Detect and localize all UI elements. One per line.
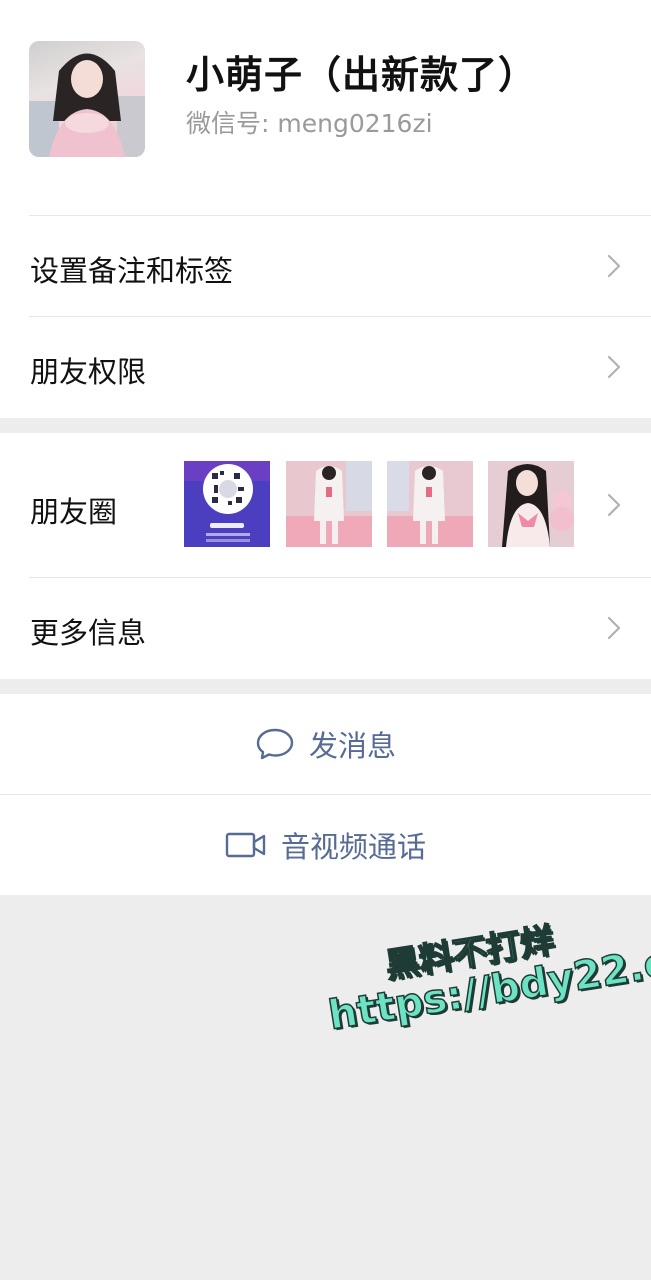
chat-bubble-icon	[256, 728, 294, 760]
moments-thumbnail	[488, 461, 574, 547]
avatar[interactable]	[29, 41, 145, 157]
wechat-id-value: meng0216zi	[277, 109, 433, 138]
wechat-id-label: 微信号:	[186, 109, 270, 138]
video-camera-icon	[225, 832, 266, 858]
row-remark-tags[interactable]: 设置备注和标签	[0, 216, 651, 316]
chevron-right-icon	[607, 493, 621, 517]
row-remark-tags-label: 设置备注和标签	[30, 254, 234, 288]
send-message-content: 发消息	[0, 694, 651, 794]
settings-group: 设置备注和标签 朋友权限	[0, 215, 651, 418]
profile-header: 小萌子（出新款了） 微信号: meng0216zi	[0, 0, 651, 215]
send-message-label: 发消息	[308, 729, 396, 763]
contact-profile-page: 小萌子（出新款了） 微信号: meng0216zi 设置备注和标签 朋友权限 朋…	[0, 0, 651, 1280]
row-friend-permissions[interactable]: 朋友权限	[0, 317, 651, 418]
chevron-right-icon	[607, 355, 621, 379]
row-moments-label: 朋友圈	[30, 495, 118, 529]
moments-thumbnail	[387, 461, 473, 547]
chevron-right-icon	[607, 616, 621, 640]
moments-thumbnail	[184, 461, 270, 547]
video-call-button[interactable]: 音视频通话	[0, 795, 651, 895]
moments-thumbnail	[286, 461, 372, 547]
row-more-info-label: 更多信息	[30, 616, 147, 650]
video-call-content: 音视频通话	[0, 795, 651, 895]
chevron-right-icon	[607, 254, 621, 278]
contact-name: 小萌子（出新款了）	[186, 53, 538, 97]
video-call-label: 音视频通话	[280, 830, 426, 864]
info-group: 朋友圈 更多信息	[0, 433, 651, 679]
send-message-button[interactable]: 发消息	[0, 694, 651, 794]
row-moments[interactable]: 朋友圈	[0, 433, 651, 577]
watermark: 黑料不打烊 https://bdy22.co	[320, 902, 651, 1040]
row-more-info[interactable]: 更多信息	[0, 578, 651, 679]
row-friend-permissions-label: 朋友权限	[30, 355, 147, 389]
wechat-id: 微信号: meng0216zi	[186, 104, 433, 140]
